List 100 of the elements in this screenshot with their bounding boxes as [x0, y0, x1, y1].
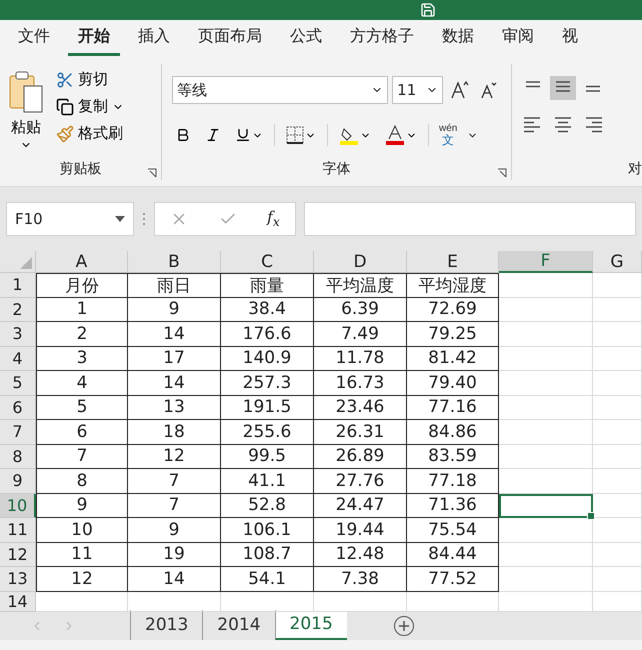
table-cell: 14 — [128, 371, 221, 396]
ribbon-tab[interactable]: 方方格子 — [340, 22, 424, 56]
table-cell: 79.40 — [407, 371, 499, 396]
row-header[interactable]: 1 — [0, 273, 36, 298]
phonetic-guide-button[interactable]: wén 文 — [437, 124, 460, 146]
table-cell: 24.47 — [314, 494, 407, 518]
group-label: 对 — [628, 160, 642, 178]
table-cell: 5 — [36, 396, 128, 420]
table-cell: 9 — [128, 518, 221, 542]
grid-cell — [593, 298, 642, 322]
dialog-launcher-icon[interactable] — [497, 168, 507, 178]
row-header[interactable]: 12 — [0, 542, 36, 567]
table-cell: 月份 — [36, 273, 128, 298]
column-header[interactable]: A — [36, 251, 128, 273]
row-header[interactable]: 9 — [0, 469, 36, 494]
ribbon-tab[interactable]: 页面布局 — [188, 22, 272, 56]
table-cell: 75.54 — [407, 518, 499, 542]
table-cell: 41.1 — [221, 469, 314, 494]
table-cell: 77.52 — [407, 567, 499, 592]
column-header[interactable]: D — [314, 251, 407, 273]
ribbon-tab[interactable]: 文件 — [8, 22, 60, 56]
table-cell: 26.89 — [314, 444, 407, 469]
row-header[interactable]: 14 — [0, 592, 36, 612]
format-painter-button[interactable]: 格式刷 — [52, 122, 128, 145]
column-header[interactable]: B — [128, 251, 221, 273]
row-header[interactable]: 2 — [0, 298, 36, 322]
grid-cell — [593, 420, 642, 444]
table-cell: 8 — [36, 469, 128, 494]
column-header[interactable]: C — [221, 251, 314, 273]
more-icon — [142, 212, 146, 226]
insert-function-button[interactable]: f$_{x}$ — [267, 208, 280, 229]
table-cell: 77.16 — [407, 396, 499, 420]
table-cell: 84.86 — [407, 420, 499, 444]
table-cell: 54.1 — [221, 567, 314, 592]
table-cell: 2 — [36, 322, 128, 346]
table-cell: 6.39 — [314, 298, 407, 322]
table-cell: 99.5 — [221, 444, 314, 469]
table-cell: 79.25 — [407, 322, 499, 346]
grid-cell — [593, 518, 642, 542]
ribbon-tab[interactable]: 公式 — [280, 22, 332, 56]
table-cell: 7 — [36, 444, 128, 469]
table-cell: 13 — [128, 396, 221, 420]
column-header[interactable]: G — [593, 251, 642, 273]
table-cell: 17 — [128, 346, 221, 371]
fill-handle[interactable] — [587, 512, 595, 520]
row-header[interactable]: 8 — [0, 444, 36, 469]
table-cell: 140.9 — [221, 346, 314, 371]
dialog-launcher-icon[interactable] — [147, 168, 157, 178]
row-header[interactable]: 11 — [0, 518, 36, 542]
table-cell: 38.4 — [221, 298, 314, 322]
row-header[interactable]: 10 — [0, 494, 36, 518]
table-cell: 106.1 — [221, 518, 314, 542]
table-cell: 71.36 — [407, 494, 499, 518]
row-header[interactable]: 6 — [0, 396, 36, 420]
formula-input[interactable] — [304, 202, 636, 236]
table-cell: 108.7 — [221, 542, 314, 567]
ribbon-tab[interactable]: 数据 — [432, 22, 484, 56]
table-cell: 雨日 — [128, 273, 221, 298]
row-header[interactable]: 5 — [0, 371, 36, 396]
table-cell: 4 — [36, 371, 128, 396]
table-cell: 1 — [36, 298, 128, 322]
name-box[interactable]: F10 — [6, 202, 134, 236]
ribbon-tab[interactable]: 视 — [552, 22, 588, 56]
table-cell: 52.8 — [221, 494, 314, 518]
table-cell: 84.44 — [407, 542, 499, 567]
table-cell: 7 — [128, 469, 221, 494]
grid-cell — [593, 322, 642, 346]
paintbrush-icon — [56, 124, 74, 142]
font-name-field[interactable]: 等线 — [172, 76, 388, 104]
table-cell: 77.18 — [407, 469, 499, 494]
table-cell: 255.6 — [221, 420, 314, 444]
row-header[interactable]: 7 — [0, 420, 36, 444]
table-cell: 7 — [128, 494, 221, 518]
column-header[interactable]: E — [407, 251, 499, 273]
row-header[interactable]: 3 — [0, 322, 36, 346]
row-header[interactable]: 13 — [0, 567, 36, 592]
column-header[interactable]: F — [499, 251, 593, 273]
table-cell: 16.73 — [314, 371, 407, 396]
table-cell: 19 — [128, 542, 221, 567]
grid-cell — [593, 542, 642, 567]
copy-button[interactable]: 复制 — [52, 95, 128, 118]
cut-button[interactable]: 剪切 — [52, 68, 128, 91]
align-middle-icon[interactable] — [550, 76, 576, 100]
table-cell: 18 — [128, 420, 221, 444]
ribbon-tab[interactable]: 插入 — [128, 22, 180, 56]
table-cell: 11 — [36, 542, 128, 567]
save-icon[interactable] — [420, 2, 436, 18]
table-cell: 9 — [36, 494, 128, 518]
font-size-field[interactable]: 11 — [392, 76, 443, 104]
grid-cell — [593, 444, 642, 469]
table-cell: 7.38 — [314, 567, 407, 592]
paste-button[interactable]: 粘贴 — [6, 68, 46, 154]
grid-cell — [593, 346, 642, 371]
table-cell: 23.46 — [314, 396, 407, 420]
row-header[interactable]: 4 — [0, 346, 36, 371]
table-cell: 9 — [128, 298, 221, 322]
ribbon-tab[interactable]: 审阅 — [492, 22, 544, 56]
sheet-tab[interactable]: 2015 — [274, 610, 347, 640]
table-cell: 191.5 — [221, 396, 314, 420]
table-cell: 257.3 — [221, 371, 314, 396]
